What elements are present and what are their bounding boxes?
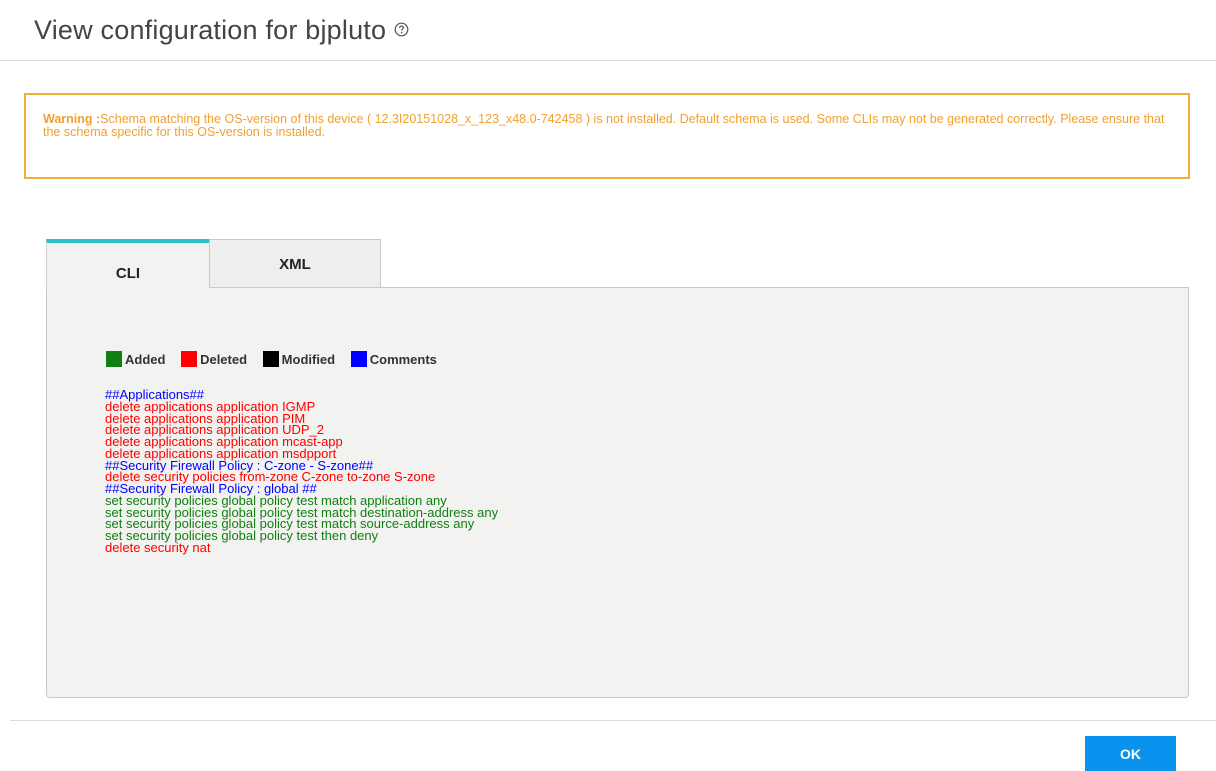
tab-cli[interactable]: CLI bbox=[46, 239, 209, 289]
legend-swatch-modified bbox=[262, 351, 279, 367]
dialog-title-text: View configuration for bjpluto bbox=[34, 15, 387, 45]
config-dialog: View configuration for bjpluto Warning :… bbox=[0, 0, 1216, 771]
legend-label-comments: Comments bbox=[369, 352, 437, 367]
warning-label: Warning : bbox=[43, 112, 101, 126]
legend-swatch-deleted bbox=[181, 351, 198, 367]
change-legend: Added Deleted Modified Comments bbox=[106, 351, 449, 367]
dialog-title: View configuration for bjpluto bbox=[34, 13, 409, 46]
footer-divider bbox=[10, 720, 1216, 721]
legend-item-modified: Modified bbox=[262, 351, 336, 367]
legend-swatch-comments bbox=[350, 351, 367, 367]
legend-label-added: Added bbox=[125, 352, 166, 367]
config-lines: ##Applications## delete applications app… bbox=[105, 388, 498, 555]
warning-message: Warning :Schema matching the OS-version … bbox=[24, 93, 1190, 179]
legend-swatch-added bbox=[106, 351, 122, 367]
tab-xml[interactable]: XML bbox=[209, 239, 381, 288]
ok-button[interactable]: OK bbox=[1085, 736, 1176, 771]
legend-item-comments: Comments bbox=[350, 351, 437, 367]
warning-text: Schema matching the OS-version of this d… bbox=[43, 112, 1165, 139]
legend-item-added: Added bbox=[106, 351, 165, 367]
cli-content-panel: Added Deleted Modified Comments ##Applic… bbox=[46, 287, 1189, 698]
legend-label-modified: Modified bbox=[281, 352, 336, 367]
legend-label-deleted: Deleted bbox=[200, 352, 248, 367]
config-line: delete security nat bbox=[105, 539, 211, 555]
help-circle-icon[interactable] bbox=[394, 13, 409, 37]
legend-item-deleted: Deleted bbox=[181, 351, 247, 367]
dialog-header: View configuration for bjpluto bbox=[0, 0, 1216, 61]
